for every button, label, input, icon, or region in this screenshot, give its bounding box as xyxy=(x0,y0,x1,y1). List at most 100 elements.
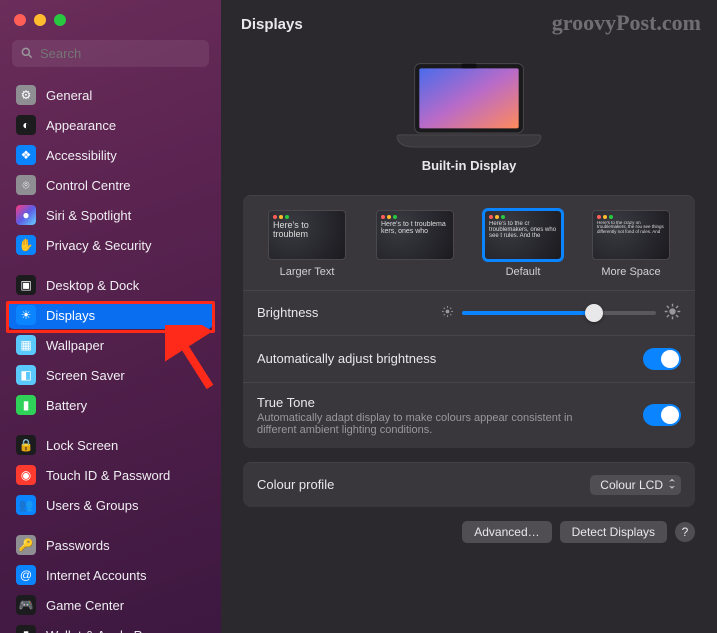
users-icon: 👥 xyxy=(16,495,36,515)
sidebar-item-appearance[interactable]: ◐ Appearance xyxy=(8,111,213,139)
resolution-label: More Space xyxy=(601,266,660,278)
gear-icon: ⚙ xyxy=(16,85,36,105)
auto-brightness-toggle[interactable] xyxy=(643,348,681,370)
accessibility-icon: ❖ xyxy=(16,145,36,165)
sidebar-item-label: Touch ID & Password xyxy=(46,468,170,483)
hand-icon: ✋ xyxy=(16,235,36,255)
sidebar-item-passwords[interactable]: 🔑 Passwords xyxy=(8,531,213,559)
sidebar-item-users-groups[interactable]: 👥 Users & Groups xyxy=(8,491,213,519)
resolution-label: Default xyxy=(506,266,541,278)
sidebar-item-battery[interactable]: ▮ Battery xyxy=(8,391,213,419)
resolution-thumb: Here's to troublem xyxy=(268,210,346,260)
colour-profile-row: Colour profile Colour LCD xyxy=(243,463,695,507)
sidebar-item-internet-accounts[interactable]: @Internet Accounts xyxy=(8,561,213,589)
true-tone-row: True Tone Automatically adapt display to… xyxy=(243,382,695,448)
sidebar-item-accessibility[interactable]: ❖ Accessibility xyxy=(8,141,213,169)
true-tone-toggle[interactable] xyxy=(643,404,681,426)
sidebar-item-label: Appearance xyxy=(46,118,116,133)
footer-buttons: Advanced… Detect Displays ? xyxy=(243,521,695,543)
display-name-label: Built-in Display xyxy=(422,158,517,173)
sidebar-item-desktop-dock[interactable]: ▣ Desktop & Dock xyxy=(8,271,213,299)
resolution-thumb: Here's to the cr troublemakers, ones who… xyxy=(484,210,562,260)
laptop-illustration xyxy=(394,58,544,152)
sidebar-item-wallet-apple-pay[interactable]: ▮Wallet & Apple Pay xyxy=(8,621,213,633)
game-icon: 🎮 xyxy=(16,595,36,615)
battery-icon: ▮ xyxy=(16,395,36,415)
sidebar-item-displays[interactable]: ☀ Displays xyxy=(8,301,213,329)
sidebar-item-wallpaper[interactable]: ▦Wallpaper xyxy=(8,331,213,359)
search-input[interactable] xyxy=(12,40,209,67)
sidebar-item-label: Lock Screen xyxy=(46,438,118,453)
key-icon: 🔑 xyxy=(16,535,36,555)
sidebar-item-label: Passwords xyxy=(46,538,110,553)
sidebar-item-label: Control Centre xyxy=(46,178,131,193)
sidebar-item-general[interactable]: ⚙ General xyxy=(8,81,213,109)
help-button[interactable]: ? xyxy=(675,522,695,542)
minimize-window-button[interactable] xyxy=(34,14,46,26)
wallpaper-icon: ▦ xyxy=(16,335,36,355)
fingerprint-icon: ◉ xyxy=(16,465,36,485)
siri-icon: ● xyxy=(16,205,36,225)
brightness-icon: ☀ xyxy=(16,305,36,325)
window-controls xyxy=(0,8,221,40)
system-settings-window: ⚙ General ◐ Appearance ❖ Accessibility ⌾ Contro… xyxy=(0,0,717,633)
sidebar-item-siri-spotlight[interactable]: ● Siri & Spotlight xyxy=(8,201,213,229)
resolution-option-2[interactable]: Here's to the cr troublemakers, ones who… xyxy=(484,210,562,278)
sidebar-item-lock-screen[interactable]: 🔒 Lock Screen xyxy=(8,431,213,459)
screensaver-icon: ◧ xyxy=(16,365,36,385)
control-centre-icon: ⌾ xyxy=(16,175,36,195)
search-icon xyxy=(20,46,34,63)
fullscreen-window-button[interactable] xyxy=(54,14,66,26)
brightness-label: Brightness xyxy=(257,305,318,320)
auto-brightness-label: Automatically adjust brightness xyxy=(257,351,436,366)
settings-panel-colour: Colour profile Colour LCD xyxy=(243,462,695,507)
main-pane: Displays groovyPost.com Built-in Display… xyxy=(221,0,717,633)
resolution-option-0[interactable]: Here's to troublemLarger Text xyxy=(268,210,346,278)
resolution-options: Here's to troublemLarger TextHere's to t… xyxy=(243,196,695,290)
titlebar: Displays groovyPost.com xyxy=(221,0,717,48)
resolution-thumb: Here's to the crazy on troublemakers, th… xyxy=(592,210,670,260)
display-preview: Built-in Display xyxy=(243,58,695,173)
sidebar-item-label: Wallet & Apple Pay xyxy=(46,628,156,633)
resolution-option-3[interactable]: Here's to the crazy on troublemakers, th… xyxy=(592,210,670,278)
sun-small-icon xyxy=(441,305,454,321)
sidebar-item-label: Siri & Spotlight xyxy=(46,208,131,223)
detect-displays-button[interactable]: Detect Displays xyxy=(560,521,667,543)
brightness-control xyxy=(441,303,681,323)
advanced-button[interactable]: Advanced… xyxy=(462,521,551,543)
lock-icon: 🔒 xyxy=(16,435,36,455)
sidebar-item-label: Screen Saver xyxy=(46,368,125,383)
sidebar-item-label: Battery xyxy=(46,398,87,413)
sidebar-list[interactable]: ⚙ General ◐ Appearance ❖ Accessibility ⌾ Contro… xyxy=(0,77,221,633)
sidebar-item-control-centre[interactable]: ⌾ Control Centre xyxy=(8,171,213,199)
sidebar: ⚙ General ◐ Appearance ❖ Accessibility ⌾ Contro… xyxy=(0,0,221,633)
sidebar-item-label: Desktop & Dock xyxy=(46,278,139,293)
sun-large-icon xyxy=(664,303,681,323)
resolution-label xyxy=(413,266,416,278)
page-title: Displays xyxy=(241,16,303,33)
auto-brightness-row: Automatically adjust brightness xyxy=(243,335,695,382)
sidebar-item-label: Privacy & Security xyxy=(46,238,151,253)
sidebar-item-label: Game Center xyxy=(46,598,124,613)
appearance-icon: ◐ xyxy=(16,115,36,135)
sidebar-item-screen-saver[interactable]: ◧ Screen Saver xyxy=(8,361,213,389)
colour-profile-popup[interactable]: Colour LCD xyxy=(590,475,681,495)
content-scroll[interactable]: Built-in Display Here's to troublemLarge… xyxy=(221,48,717,633)
sidebar-item-label: Accessibility xyxy=(46,148,117,163)
sidebar-item-label: Users & Groups xyxy=(46,498,138,513)
close-window-button[interactable] xyxy=(14,14,26,26)
settings-panel-resolution: Here's to troublemLarger TextHere's to t… xyxy=(243,195,695,448)
sidebar-item-privacy-security[interactable]: ✋ Privacy & Security xyxy=(8,231,213,259)
at-icon: @ xyxy=(16,565,36,585)
search-field-wrap xyxy=(12,40,209,67)
brightness-slider[interactable] xyxy=(462,311,656,315)
sidebar-item-label: Displays xyxy=(46,308,95,323)
resolution-thumb: Here's to t troublema kers, ones who xyxy=(376,210,454,260)
resolution-option-1[interactable]: Here's to t troublema kers, ones who xyxy=(376,210,454,278)
sidebar-item-game-center[interactable]: 🎮 Game Center xyxy=(8,591,213,619)
sidebar-item-touch-id-password[interactable]: ◉ Touch ID & Password xyxy=(8,461,213,489)
watermark-text: groovyPost.com xyxy=(552,10,701,36)
dock-icon: ▣ xyxy=(16,275,36,295)
true-tone-sublabel: Automatically adapt display to make colo… xyxy=(257,412,597,436)
sidebar-item-label: General xyxy=(46,88,92,103)
